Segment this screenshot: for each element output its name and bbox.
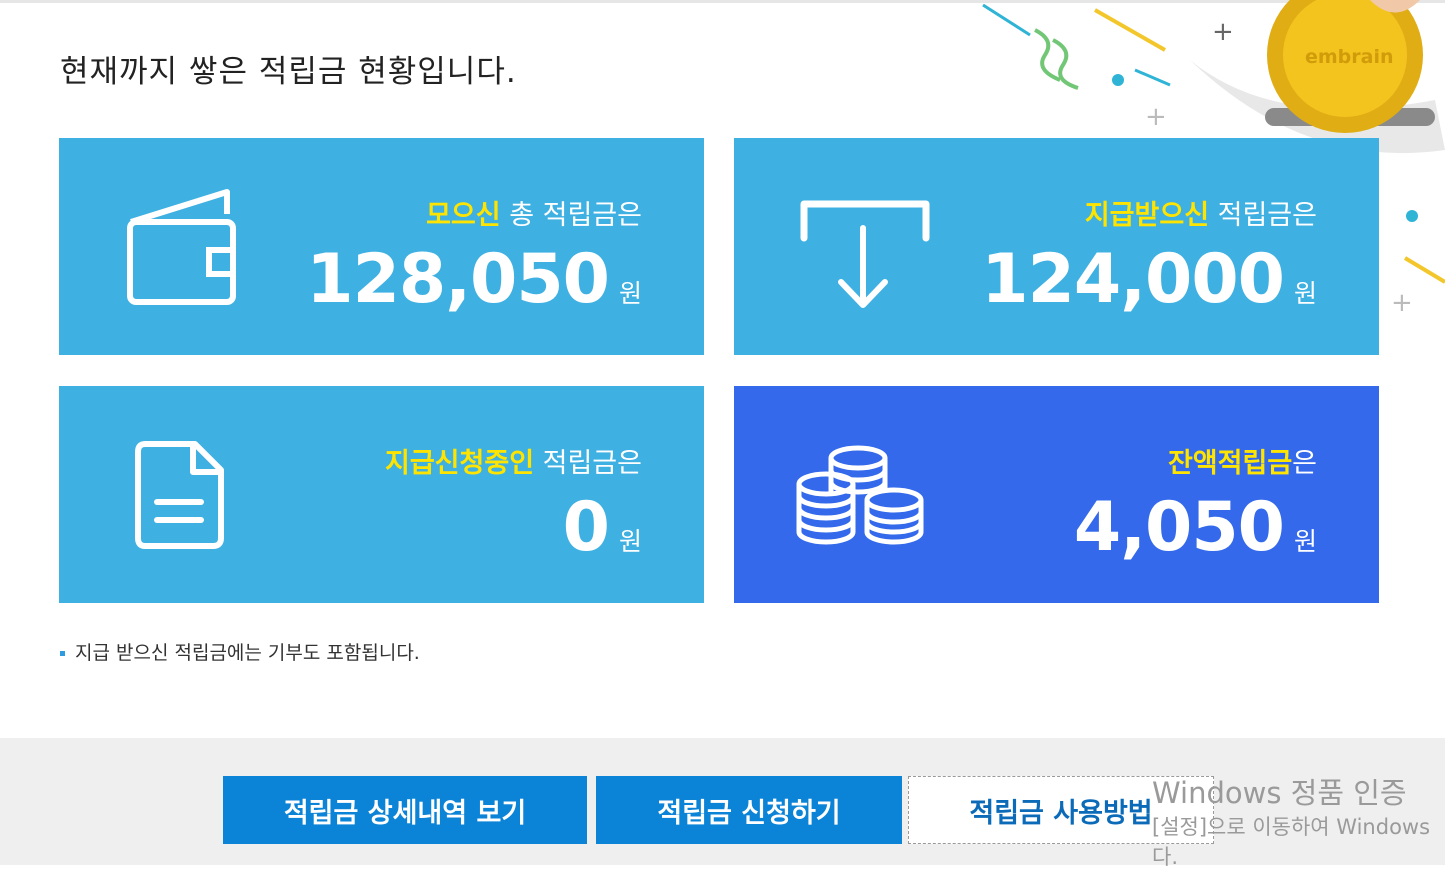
download-arrow-icon — [800, 200, 930, 308]
donation-note: 지급 받으신 적립금에는 기부도 포함됩니다. — [60, 638, 420, 665]
received-savings-amount: 124,000 원 — [981, 240, 1317, 319]
total-savings-card: 모으신 총 적립금은 128,050 원 — [59, 138, 704, 355]
total-savings-amount: 128,050 원 — [306, 240, 642, 319]
svg-text:+: + — [1212, 17, 1234, 47]
page-title: 현재까지 쌓은 적립금 현황입니다. — [60, 54, 517, 90]
savings-history-button[interactable]: 적립금 상세내역 보기 — [223, 776, 587, 844]
pending-savings-amount: 0원 — [562, 488, 642, 567]
pending-savings-card: 지급신청중인 적립금은 0원 — [59, 386, 704, 603]
coin-logo-text: embrain — [1305, 46, 1394, 68]
balance-savings-amount: 4,050 원 — [1073, 488, 1317, 567]
received-savings-label: 지급받으신 적립금은 — [1084, 200, 1317, 231]
bullet-icon — [60, 651, 65, 656]
coins-icon — [796, 445, 924, 545]
balance-savings-card: 잔액적립금은 4,050 원 — [734, 386, 1379, 603]
pending-savings-label: 지급신청중인 적립금은 — [385, 448, 642, 479]
total-savings-label: 모으신 총 적립금은 — [426, 200, 642, 231]
svg-text:+: + — [1145, 102, 1167, 132]
windows-activation-watermark: Windows 정품 인증 [설정]으로 이동하여 Windows 다. — [1152, 776, 1431, 869]
savings-apply-button[interactable]: 적립금 신청하기 — [596, 776, 902, 844]
svg-text:+: + — [1391, 288, 1413, 318]
received-savings-card: 지급받으신 적립금은 124,000 원 — [734, 138, 1379, 355]
wallet-icon — [127, 189, 236, 305]
balance-savings-label: 잔액적립금은 — [1167, 448, 1317, 479]
document-icon — [135, 441, 224, 549]
